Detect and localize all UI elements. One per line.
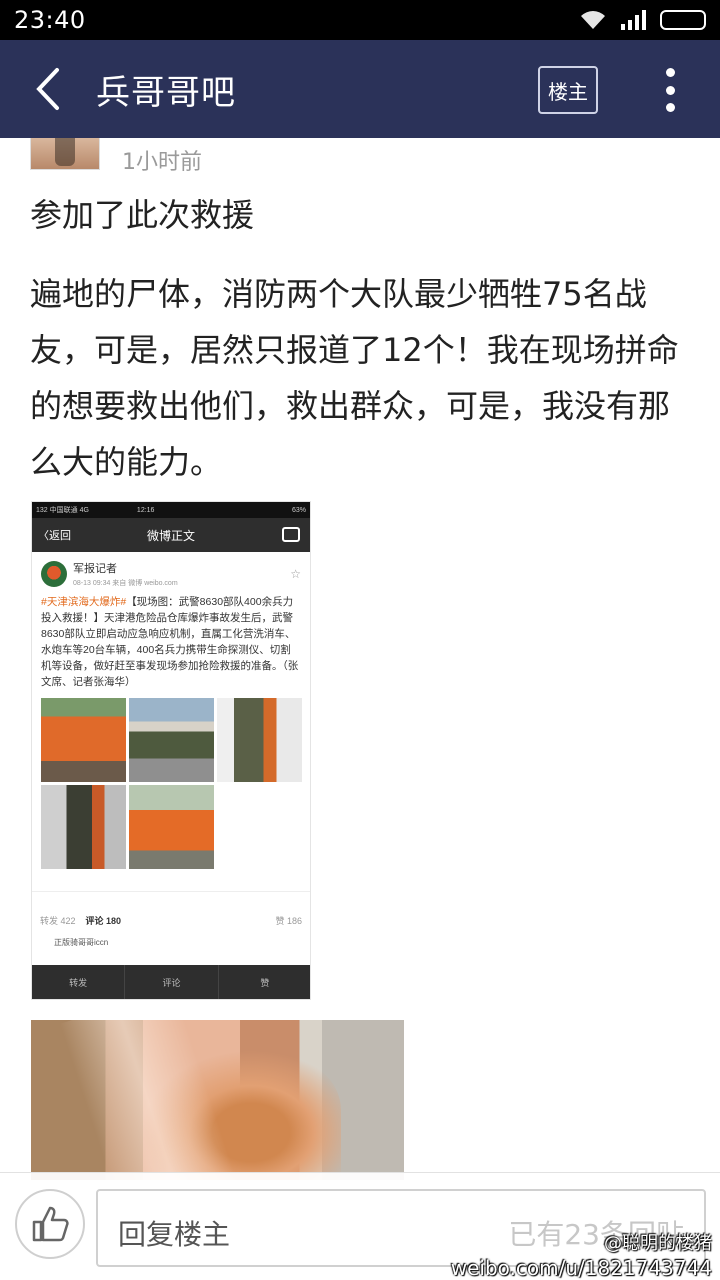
embedded-text: #天津滨海大爆炸#【现场图：武警8630部队400余兵力投入救援！】天津港危险品… xyxy=(41,594,301,690)
photo-truck xyxy=(129,698,214,782)
embedded-tab-repost: 转发 xyxy=(32,965,126,999)
post-first-line: 参加了此次救援 xyxy=(30,196,255,234)
wifi-icon xyxy=(580,10,606,30)
dot-icon xyxy=(665,103,675,112)
embedded-nav-bar: 〈返回 微博正文 xyxy=(32,518,310,552)
owner-only-button[interactable]: 楼主 xyxy=(538,66,598,114)
injured-arm-photo[interactable] xyxy=(31,1020,404,1180)
chevron-left-icon xyxy=(36,68,59,110)
embedded-battery: 63% xyxy=(291,506,306,514)
star-icon: ☆ xyxy=(290,567,301,581)
embedded-tab-comment: 评论 xyxy=(125,965,219,999)
title-bar: 兵哥哥吧 楼主 xyxy=(0,40,720,138)
photo-vehicle-door xyxy=(217,698,302,782)
watermark-handle: @聪明的楼猪 xyxy=(604,1233,712,1254)
embedded-repost-count: 转发 422 xyxy=(40,916,76,926)
embedded-user-name: 军报记者 xyxy=(73,563,117,575)
embedded-weibo-screenshot[interactable]: 132 中国联通 4G 12:16 63% 〈返回 微博正文 军报记者 08-1… xyxy=(31,501,311,1000)
weibo-watermark: @聪明的楼猪 weibo.com/u/1821743744 xyxy=(451,1232,712,1280)
embedded-hashtag: #天津滨海大爆炸# xyxy=(41,596,127,608)
app-screen: 23:40 兵哥哥吧 楼主 1小时前 参加了此次救援 遍地的尸体，消防两个大队最… xyxy=(0,0,720,1280)
embedded-text-body: 【现场图：武警8630部队400余兵力投入救援！】天津港危险品仓库爆炸事故发生后… xyxy=(41,596,299,688)
embedded-like-count: 赞 186 xyxy=(275,916,302,926)
photo-soldiers xyxy=(41,698,126,782)
embedded-photo-grid xyxy=(41,698,302,869)
reply-placeholder: 回复楼主 xyxy=(118,1218,231,1251)
photo-loading xyxy=(41,785,126,869)
system-icons xyxy=(580,10,706,30)
embedded-reply-preview: 正版骑哥哥iccn xyxy=(54,938,109,947)
embedded-stats: 转发 422 评论 180 赞 186 xyxy=(32,891,310,933)
embedded-comment-count: 评论 180 xyxy=(85,916,122,926)
embedded-meta: 08-13 09:34 来自 微博 weibo.com xyxy=(73,580,178,587)
embedded-time: 12:16 xyxy=(136,506,155,514)
embedded-tab-bar: 转发 评论 赞 xyxy=(32,965,310,999)
dot-icon xyxy=(665,68,675,77)
embedded-title: 微博正文 xyxy=(146,528,195,543)
comment-bubble-icon xyxy=(282,527,300,542)
status-time: 23:40 xyxy=(14,6,86,34)
battery-icon xyxy=(660,10,706,30)
embedded-avatar xyxy=(41,561,67,587)
post-body: 遍地的尸体，消防两个大队最少牺牲75名战友，可是，居然只报道了12个！我在现场拼… xyxy=(30,275,679,481)
status-bar: 23:40 xyxy=(0,0,720,40)
embedded-status-bar: 132 中国联通 4G 12:16 63% xyxy=(32,502,310,518)
page-title: 兵哥哥吧 xyxy=(96,72,236,113)
back-button[interactable] xyxy=(0,40,96,138)
embedded-carrier: 132 中国联通 4G xyxy=(36,507,89,514)
avatar[interactable] xyxy=(30,138,100,170)
watermark-url: weibo.com/u/1821743744 xyxy=(450,1256,712,1280)
embedded-body: 军报记者 08-13 09:34 来自 微博 weibo.com ☆ #天津滨海… xyxy=(32,552,310,877)
thumbs-up-icon xyxy=(32,1206,69,1242)
signal-icon xyxy=(620,10,646,30)
embedded-user: 军报记者 08-13 09:34 来自 微博 weibo.com ☆ xyxy=(41,560,301,588)
post-time: 1小时前 xyxy=(122,150,202,175)
photo-column xyxy=(129,785,214,869)
embedded-tab-like: 赞 xyxy=(219,965,310,999)
like-button[interactable] xyxy=(15,1189,85,1259)
dot-icon xyxy=(665,85,675,95)
more-menu-button[interactable] xyxy=(652,62,688,118)
